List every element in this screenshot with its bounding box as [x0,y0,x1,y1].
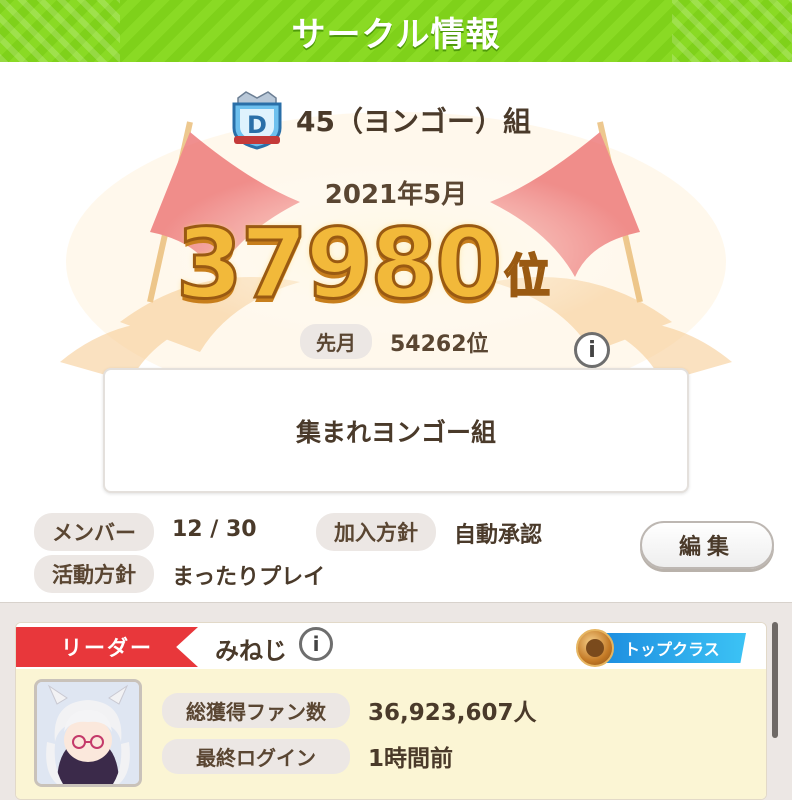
last-login-label: 最終ログイン [162,739,350,774]
ranking-month: 2021年5月 [324,180,468,210]
leader-name: みねじ [215,637,287,665]
circle-motto: 集まれヨンゴー組 [103,368,689,493]
member-list-scrollbar[interactable] [772,622,778,738]
class-medal-icon [576,629,614,667]
previous-month-ranking: 先月 54262位 [300,324,489,359]
leader-card-body: 総獲得ファン数 36,923,607人 最終ログイン 1時間前 [16,669,766,799]
edit-button[interactable]: 編集 [640,521,774,569]
circle-header: D 45（ヨンゴー）組 [226,90,531,150]
page-title: サークル情報 [291,14,501,55]
leader-ribbon-label: リーダー [61,636,153,660]
title-bar-decoration [672,0,792,62]
previous-month-value: 54262位 [390,331,489,357]
last-login-value: 1時間前 [368,746,454,772]
class-badge: トップクラス [576,629,746,667]
edit-button-label: 編集 [678,535,735,560]
join-policy-label: 加入方針 [316,513,436,551]
members-value: 12 / 30 [172,517,257,542]
previous-month-label: 先月 [300,324,372,359]
info-icon: i [312,632,320,656]
leader-info-button[interactable]: i [299,627,333,661]
circle-motto-text: 集まれヨンゴー組 [295,417,496,447]
circle-ranking: 37980 位 [175,208,551,320]
info-icon: i [588,337,596,363]
character-portrait-icon [37,682,139,784]
ranking-info-button[interactable]: i [574,332,610,368]
leader-card-header: リーダー みねじ i トップクラス [16,623,766,669]
total-fans-value: 36,923,607人 [368,700,537,726]
leader-avatar[interactable] [34,679,142,787]
ranking-unit: 位 [503,248,551,304]
activity-policy-label: 活動方針 [34,555,154,593]
leader-ribbon: リーダー [16,627,198,667]
activity-policy-value: まったりプレイ [172,565,326,590]
join-policy-value: 自動承認 [454,523,543,548]
title-bar-decoration [0,0,120,62]
circle-name: 45（ヨンゴー）組 [296,105,531,138]
members-label: メンバー [34,513,154,551]
total-fans-label: 総獲得ファン数 [162,693,350,728]
class-label: トップクラス [606,633,746,663]
ranking-number: 37980 [175,208,504,320]
title-bar: サークル情報 [0,0,792,62]
circle-rank-badge-icon: D [226,90,288,150]
leader-card[interactable]: リーダー みねじ i トップクラス 総獲得ファン数 36,923,607人 最終… [15,622,767,800]
circle-info-panel: D 45（ヨンゴー）組 2021年5月 37980 位 i 先月 54262位 … [0,62,792,800]
rank-badge-letter: D [247,111,267,139]
